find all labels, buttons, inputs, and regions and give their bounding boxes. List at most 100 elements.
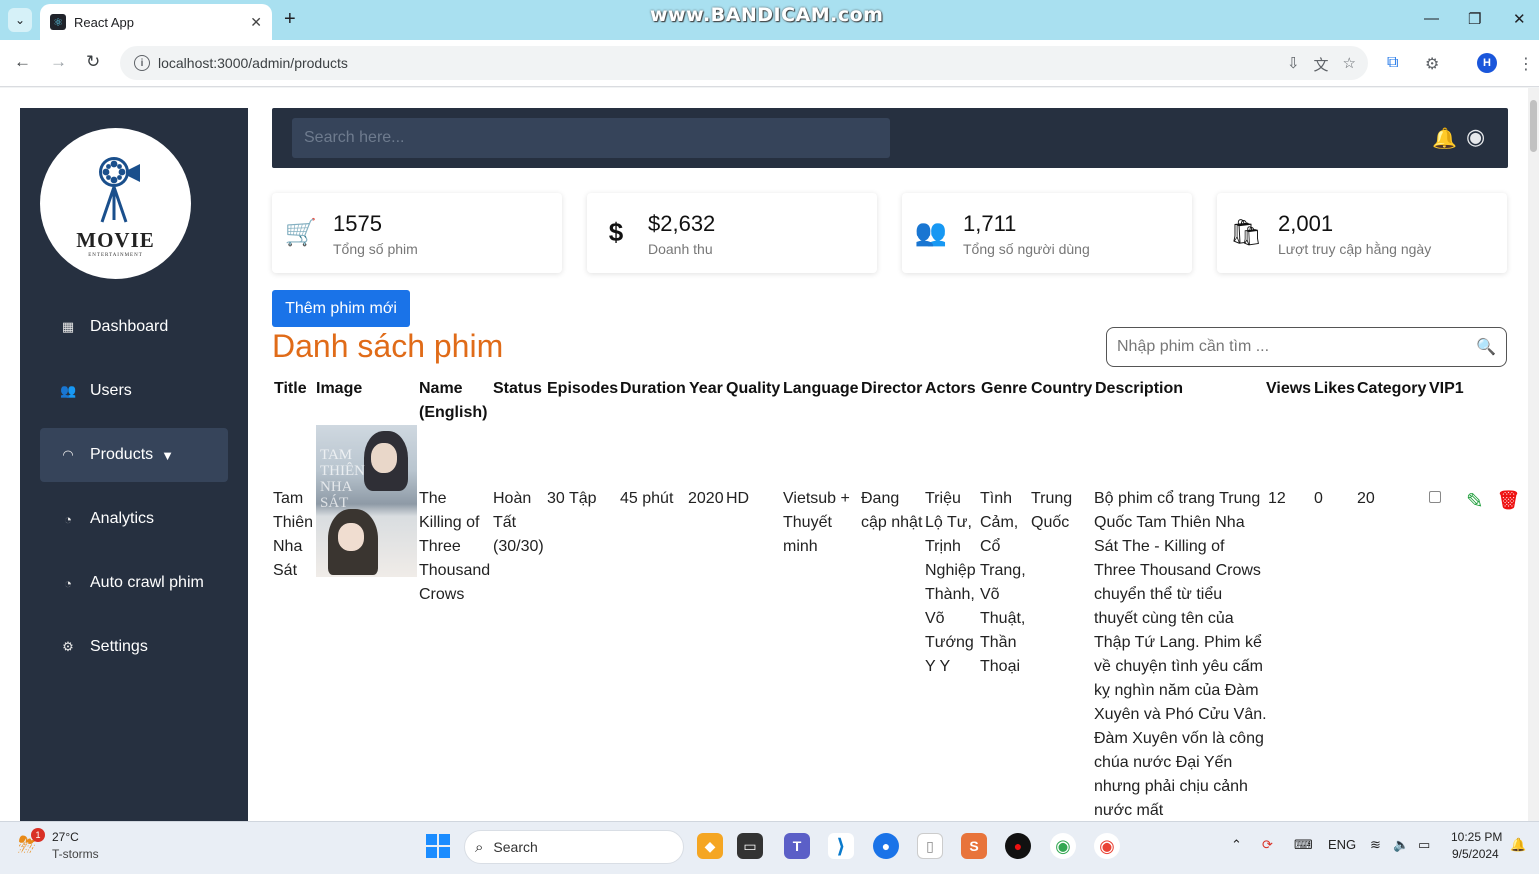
user-circle-icon[interactable]: ◉ <box>1466 124 1485 150</box>
site-info-icon[interactable]: i <box>134 55 150 71</box>
recording-watermark: www.BANDICAM.com <box>650 4 884 26</box>
caret-down-icon: ▼ <box>161 447 175 463</box>
back-button[interactable]: ← <box>14 52 31 72</box>
products-icon: ◠ <box>62 447 74 462</box>
extensions-puzzle-icon[interactable]: ⚙ <box>1425 54 1439 74</box>
sidebar: MOVIE ENTERTAINMENT ▦ Dashboard 👥 Users … <box>20 108 248 821</box>
global-search-input[interactable] <box>292 118 890 158</box>
translate-icon[interactable]: 文 <box>1314 54 1329 75</box>
taskbar-search[interactable]: ⌕ Search <box>464 830 684 864</box>
install-app-icon[interactable]: ⇩ <box>1287 54 1300 75</box>
column-header-title: Title <box>274 380 307 397</box>
tab-search-button[interactable]: ⌄ <box>8 8 32 32</box>
column-header-image: Image <box>316 380 363 397</box>
film-search-box: 🔍 <box>1106 327 1507 367</box>
column-header-director: Director <box>861 380 923 397</box>
stat-label: Tổng số phim <box>333 241 418 257</box>
chrome-icon[interactable]: ◉ <box>1050 833 1076 859</box>
profile-avatar[interactable]: H <box>1477 53 1497 73</box>
scrollbar-thumb[interactable] <box>1530 100 1537 152</box>
battery-icon[interactable]: ▭ <box>1418 837 1430 853</box>
cell-director: Đang cập nhật <box>861 490 923 531</box>
weather-description[interactable]: T-storms <box>52 847 99 861</box>
sidebar-item-label: Auto crawl phim <box>90 574 204 591</box>
movie-logo[interactable]: MOVIE ENTERTAINMENT <box>40 128 191 279</box>
task-view-icon[interactable]: ▭ <box>737 833 763 859</box>
keyboard-icon[interactable]: ⌨ <box>1294 837 1313 853</box>
cell-quality: HD <box>726 490 750 507</box>
film-search-input[interactable] <box>1117 336 1467 358</box>
bandicam-record-icon[interactable]: ● <box>1005 833 1031 859</box>
restore-button[interactable]: ❐ <box>1468 10 1481 28</box>
clock-time[interactable]: 10:25 PM <box>1451 830 1502 844</box>
stat-value: 1,711 <box>963 211 1017 236</box>
input-language[interactable]: ENG <box>1328 837 1356 852</box>
dashboard-icon: ▦ <box>61 319 75 334</box>
stat-value: 2,001 <box>1278 211 1334 236</box>
sync-icon[interactable]: ⟳ <box>1262 837 1273 853</box>
new-tab-button[interactable]: + <box>284 8 296 31</box>
weather-temperature[interactable]: 27°C <box>52 830 79 844</box>
dollar-icon: $ <box>608 216 624 247</box>
add-film-button[interactable]: Thêm phim mới <box>272 290 410 327</box>
vip-checkbox[interactable] <box>1429 491 1441 503</box>
close-window-button[interactable]: ✕ <box>1513 10 1526 28</box>
bell-icon[interactable]: 🔔 <box>1432 126 1457 151</box>
edit-icon[interactable]: ✎ <box>1466 489 1484 514</box>
windows-start-icon[interactable] <box>426 834 450 858</box>
show-hidden-icons-chevron[interactable]: ⌃ <box>1231 837 1242 853</box>
film-camera-icon <box>98 156 140 222</box>
reload-button[interactable]: ↻ <box>86 52 100 72</box>
browser-menu-icon[interactable]: ⋮ <box>1518 54 1534 74</box>
delete-icon[interactable]: 🗑 <box>1497 490 1520 511</box>
sidebar-item-auto-crawl[interactable]: ◔ Auto crawl phim <box>40 556 228 610</box>
logo-subtitle: ENTERTAINMENT <box>88 252 143 258</box>
clock-date[interactable]: 9/5/2024 <box>1452 847 1499 861</box>
cell-duration: 45 phút <box>620 490 674 507</box>
address-bar[interactable]: i localhost:3000/admin/products ⇩ 文 ☆ <box>120 46 1368 80</box>
stat-card-users: 👥 1,711 Tổng số người dùng <box>902 193 1192 273</box>
vscode-icon[interactable]: ⟩ <box>828 833 854 859</box>
maps-pin-icon[interactable]: ● <box>873 833 899 859</box>
column-header-likes: Likes <box>1314 380 1355 397</box>
sidebar-item-analytics[interactable]: ◔ Analytics <box>40 492 228 546</box>
stat-value: 1575 <box>333 211 382 236</box>
movie-poster-image: TAM THIÊN NHA SÁT <box>316 425 417 577</box>
browser-tab[interactable]: ⚛ React App ✕ <box>40 4 272 40</box>
poster-figure <box>338 523 364 551</box>
stat-label: Doanh thu <box>648 241 713 257</box>
forward-button[interactable]: → <box>50 52 67 72</box>
search-icon[interactable]: 🔍 <box>1476 337 1496 357</box>
cell-name-english: The Killing of Three Thousand Crows <box>419 490 491 603</box>
column-header-views: Views <box>1266 380 1312 397</box>
translate-extension-icon[interactable]: ⧉ <box>1387 54 1398 72</box>
notepad-icon[interactable]: ▯ <box>917 833 943 859</box>
sidebar-item-dashboard[interactable]: ▦ Dashboard <box>40 300 228 354</box>
stat-value: $2,632 <box>648 211 716 236</box>
column-header-country: Country <box>1031 380 1093 397</box>
column-header-status: Status <box>493 380 542 397</box>
sidebar-item-users[interactable]: 👥 Users <box>40 364 228 418</box>
sidebar-item-settings[interactable]: ⚙ Settings <box>40 620 228 674</box>
wifi-icon[interactable]: ≋ <box>1370 837 1381 853</box>
minimize-button[interactable]: — <box>1424 10 1439 27</box>
copilot-icon[interactable]: ◆ <box>697 833 723 859</box>
chrome-profile-icon[interactable]: ◉ <box>1094 833 1120 859</box>
cell-likes: 0 <box>1314 490 1323 507</box>
teams-icon[interactable]: T <box>784 833 810 859</box>
column-header-duration: Duration <box>620 380 686 397</box>
volume-icon[interactable]: 🔈 <box>1393 837 1409 853</box>
analytics-icon: ◔ <box>64 511 72 527</box>
shopping-bag-icon: 🛍 <box>1229 216 1263 247</box>
page-scrollbar[interactable] <box>1528 88 1539 821</box>
sidebar-item-products[interactable]: ◠ Products ▼ <box>40 428 228 482</box>
close-tab-icon[interactable]: ✕ <box>250 14 262 31</box>
stat-card-visits: 🛍 2,001 Lượt truy cập hằng ngày <box>1217 193 1507 273</box>
notification-bell-icon[interactable]: 🔔 <box>1510 837 1526 853</box>
cell-category: 20 <box>1357 490 1375 507</box>
sublime-icon[interactable]: S <box>961 833 987 859</box>
search-icon: ⌕ <box>475 838 484 856</box>
bookmark-star-icon[interactable]: ☆ <box>1343 54 1356 75</box>
cell-description: Bộ phim cổ trang Trung Quốc Tam Thiên Nh… <box>1094 490 1267 819</box>
stat-label: Lượt truy cập hằng ngày <box>1278 241 1432 257</box>
